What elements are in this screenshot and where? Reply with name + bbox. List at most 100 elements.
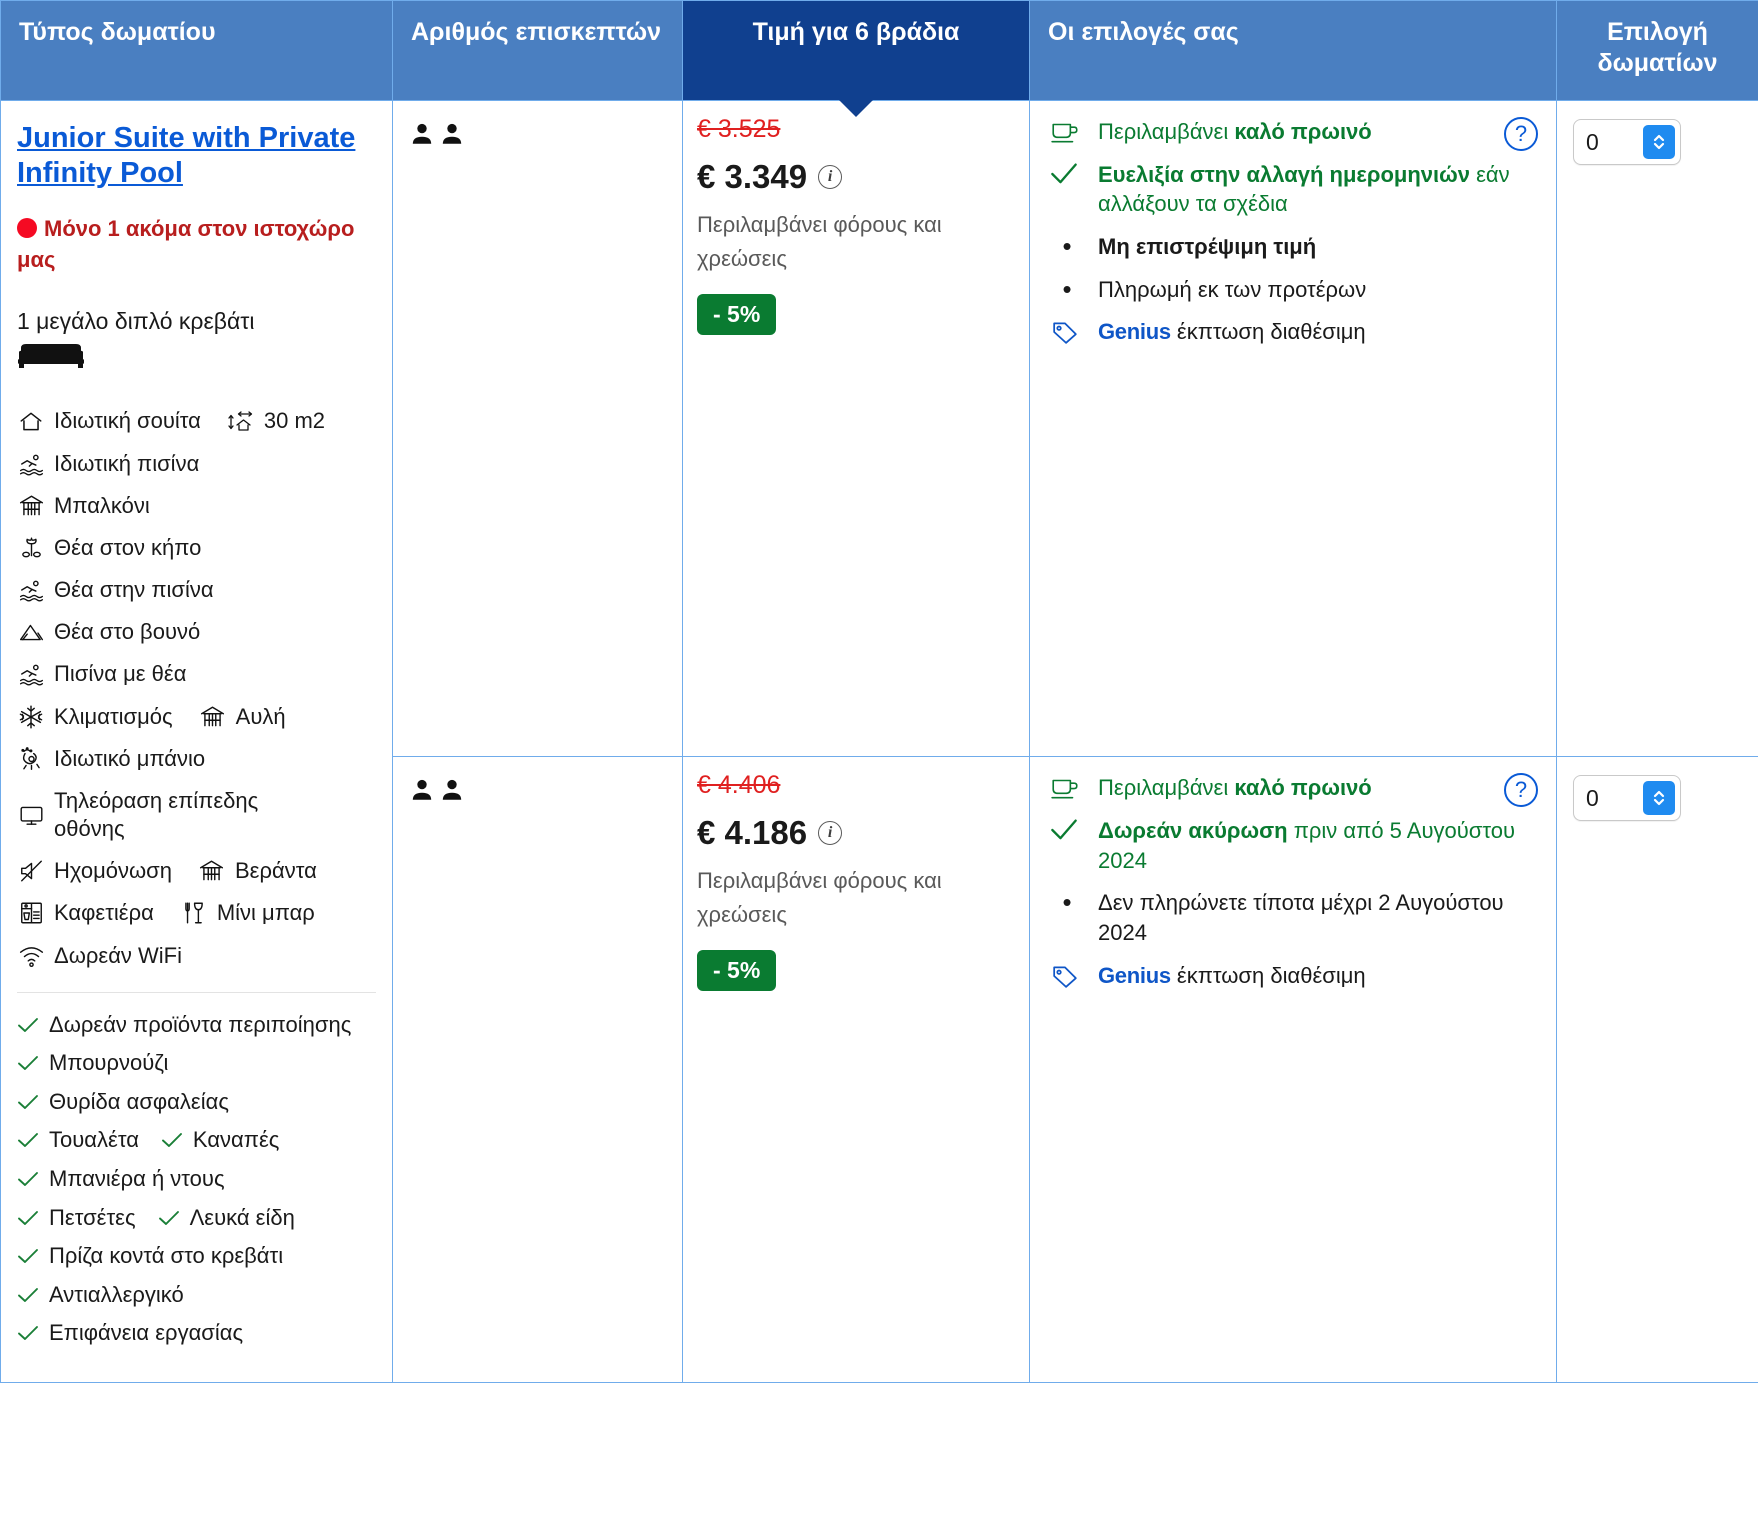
option-text: Πληρωμή εκ των προτέρων bbox=[1098, 276, 1367, 302]
check-row: Τουαλέτα Καναπές bbox=[17, 1126, 376, 1155]
balcony-icon bbox=[198, 857, 226, 885]
current-price: € 3.349 i bbox=[697, 158, 1011, 196]
guests-cell bbox=[392, 756, 683, 1383]
check-label: Αντιαλλεργικό bbox=[49, 1281, 184, 1307]
facility-item: Δωρεάν WiFi bbox=[17, 942, 182, 970]
facility-item: Ηχομόνωση bbox=[17, 857, 172, 885]
guests-cell bbox=[392, 99, 683, 758]
room-quantity-select[interactable]: 0 bbox=[1573, 119, 1681, 165]
discount-badge: - 5% bbox=[697, 950, 777, 992]
person-icon bbox=[412, 123, 432, 144]
question-mark-icon[interactable]: ? bbox=[1504, 773, 1538, 808]
check-icon bbox=[1050, 816, 1084, 842]
facility-item: Κλιματισμός bbox=[17, 703, 173, 731]
option-text: Περιλαμβάνει καλό πρωινό bbox=[1098, 117, 1544, 147]
current-price: € 4.186 i bbox=[697, 814, 1011, 852]
facility-item: Ιδιωτική πισίνα bbox=[17, 450, 199, 478]
tv-icon bbox=[17, 801, 45, 829]
check-icon bbox=[17, 1088, 41, 1116]
facility-row: Θέα στην πισίνα bbox=[17, 576, 376, 604]
facility-row: Τηλεόραση επίπεδης οθόνης bbox=[17, 787, 376, 843]
bed-label: 1 μεγάλο διπλό κρεβάτι bbox=[17, 308, 255, 335]
breakfast-cup-icon bbox=[1050, 773, 1084, 801]
check-list: Δωρεάν προϊόντα περιποίησης Μπουρνούζι Θ… bbox=[17, 1011, 376, 1348]
check-icon bbox=[1050, 160, 1084, 186]
price-info-icon[interactable]: i bbox=[818, 165, 843, 189]
header-price: Τιμή για 6 βράδια bbox=[682, 0, 1030, 117]
table-body: Junior Suite with Private Infinity Pool … bbox=[0, 99, 1758, 1383]
room-quantity-value: 0 bbox=[1586, 128, 1599, 155]
option-text-part-bold: καλό πρωινό bbox=[1234, 775, 1372, 801]
minibar-icon bbox=[180, 899, 208, 927]
chevron-updown-icon[interactable] bbox=[1643, 781, 1675, 816]
house-icon bbox=[17, 408, 45, 436]
facility-row: Κλιματισμός Αυλή bbox=[17, 703, 376, 731]
bullet-icon: • bbox=[1062, 273, 1072, 304]
room-title-link[interactable]: Junior Suite with Private Infinity Pool bbox=[17, 122, 355, 189]
facility-item: Τηλεόραση επίπεδης οθόνης bbox=[17, 787, 304, 843]
room-options-table: Τύπος δωματίου Αριθμός επισκεπτών Τιμή γ… bbox=[0, 0, 1758, 1383]
scarcity-message: Μόνο 1 ακόμα στον ιστοχώρο μας bbox=[17, 213, 376, 277]
facility-label: Κλιματισμός bbox=[54, 703, 173, 729]
bed-configuration: 1 μεγάλο διπλό κρεβάτι bbox=[17, 306, 376, 377]
soundproof-icon bbox=[17, 857, 45, 885]
facility-item: Θέα στον κήπο bbox=[17, 534, 201, 562]
genius-label: Genius bbox=[1098, 962, 1171, 988]
breakfast-cup-icon bbox=[1050, 117, 1084, 145]
facility-label: Μίνι μπαρ bbox=[216, 900, 315, 926]
check-icon bbox=[17, 1281, 41, 1309]
balcony-icon bbox=[199, 703, 227, 731]
check-label: Μπανιέρα ή ντους bbox=[49, 1166, 225, 1192]
divider bbox=[17, 991, 376, 993]
question-mark-icon[interactable]: ? bbox=[1504, 117, 1538, 151]
bullet-icon: • bbox=[1062, 231, 1072, 262]
options-cell: Περιλαμβάνει καλό πρωινό Ευελιξία στην α… bbox=[1029, 99, 1557, 758]
option-text: Δεν πληρώνετε τίποτα μέχρι 2 Αυγούστου 2… bbox=[1098, 890, 1504, 945]
swimming-pool-icon bbox=[17, 576, 45, 604]
facilities-list: Ιδιωτική σουίτα 30 m2 Ιδιωτική πισίνα Μπ… bbox=[17, 407, 376, 969]
check-label: Πρίζα κοντά στο κρεβάτι bbox=[49, 1243, 284, 1269]
scarcity-text: Μόνο 1 ακόμα στον ιστοχώρο μας bbox=[17, 215, 355, 273]
chevron-updown-icon[interactable] bbox=[1643, 125, 1675, 159]
check-label: Τουαλέτα bbox=[49, 1127, 139, 1153]
check-icon bbox=[17, 1242, 41, 1270]
header-price-label: Τιμή για 6 βράδια bbox=[752, 18, 960, 46]
option-line: Δωρεάν ακύρωση πριν από 5 Αυγούστου 2024 bbox=[1050, 816, 1544, 875]
check-icon bbox=[17, 1126, 41, 1154]
bullet-icon: • bbox=[1062, 887, 1072, 918]
option-text: Μη επιστρέψιμη τιμή bbox=[1098, 232, 1544, 262]
current-price-amount: € 3.349 bbox=[697, 158, 808, 195]
header-room-type: Τύπος δωματίου bbox=[0, 0, 393, 101]
facility-item: Βεράντα bbox=[198, 857, 317, 885]
check-icon bbox=[17, 1011, 41, 1039]
swimming-pool-icon bbox=[17, 450, 45, 478]
facility-label: Ιδιωτικό μπάνιο bbox=[54, 745, 206, 771]
room-quantity-select[interactable]: 0 bbox=[1573, 775, 1681, 822]
facility-label: Βεράντα bbox=[234, 858, 317, 884]
price-info-icon[interactable]: i bbox=[818, 821, 843, 846]
tax-note: Περιλαμβάνει φόρους και χρεώσεις bbox=[697, 868, 942, 928]
facility-label: Πισίνα με θέα bbox=[54, 661, 187, 687]
person-icon bbox=[442, 780, 462, 800]
facility-label: Καφετιέρα bbox=[54, 900, 154, 926]
facility-item: Αυλή bbox=[199, 703, 286, 731]
facility-label: Ηχομόνωση bbox=[54, 858, 172, 884]
check-label: Θυρίδα ασφαλείας bbox=[49, 1088, 229, 1114]
check-icon bbox=[17, 1319, 41, 1347]
tax-note: Περιλαμβάνει φόρους και χρεώσεις bbox=[697, 212, 942, 272]
facility-row: Καφετιέρα Μίνι μπαρ bbox=[17, 899, 376, 927]
room-quantity-value: 0 bbox=[1586, 784, 1599, 811]
facility-label: Τηλεόραση επίπεδης οθόνης bbox=[54, 787, 259, 842]
table-row: Junior Suite with Private Infinity Pool … bbox=[0, 99, 1758, 1383]
option-line: Περιλαμβάνει καλό πρωινό bbox=[1050, 117, 1544, 147]
check-label: Πετσέτες bbox=[49, 1204, 136, 1230]
mountain-view-icon bbox=[17, 618, 45, 646]
facility-item: Ιδιωτικό μπάνιο bbox=[17, 745, 205, 773]
genius-rest-text: έκπτωση διαθέσιμη bbox=[1170, 319, 1366, 345]
header-guests: Αριθμός επισκεπτών bbox=[392, 0, 683, 101]
current-price-amount: € 4.186 bbox=[697, 814, 808, 852]
option-line: Περιλαμβάνει καλό πρωινό bbox=[1050, 773, 1544, 803]
check-icon bbox=[161, 1126, 185, 1154]
check-row: Θυρίδα ασφαλείας bbox=[17, 1088, 376, 1117]
check-row: Αντιαλλεργικό bbox=[17, 1281, 376, 1310]
